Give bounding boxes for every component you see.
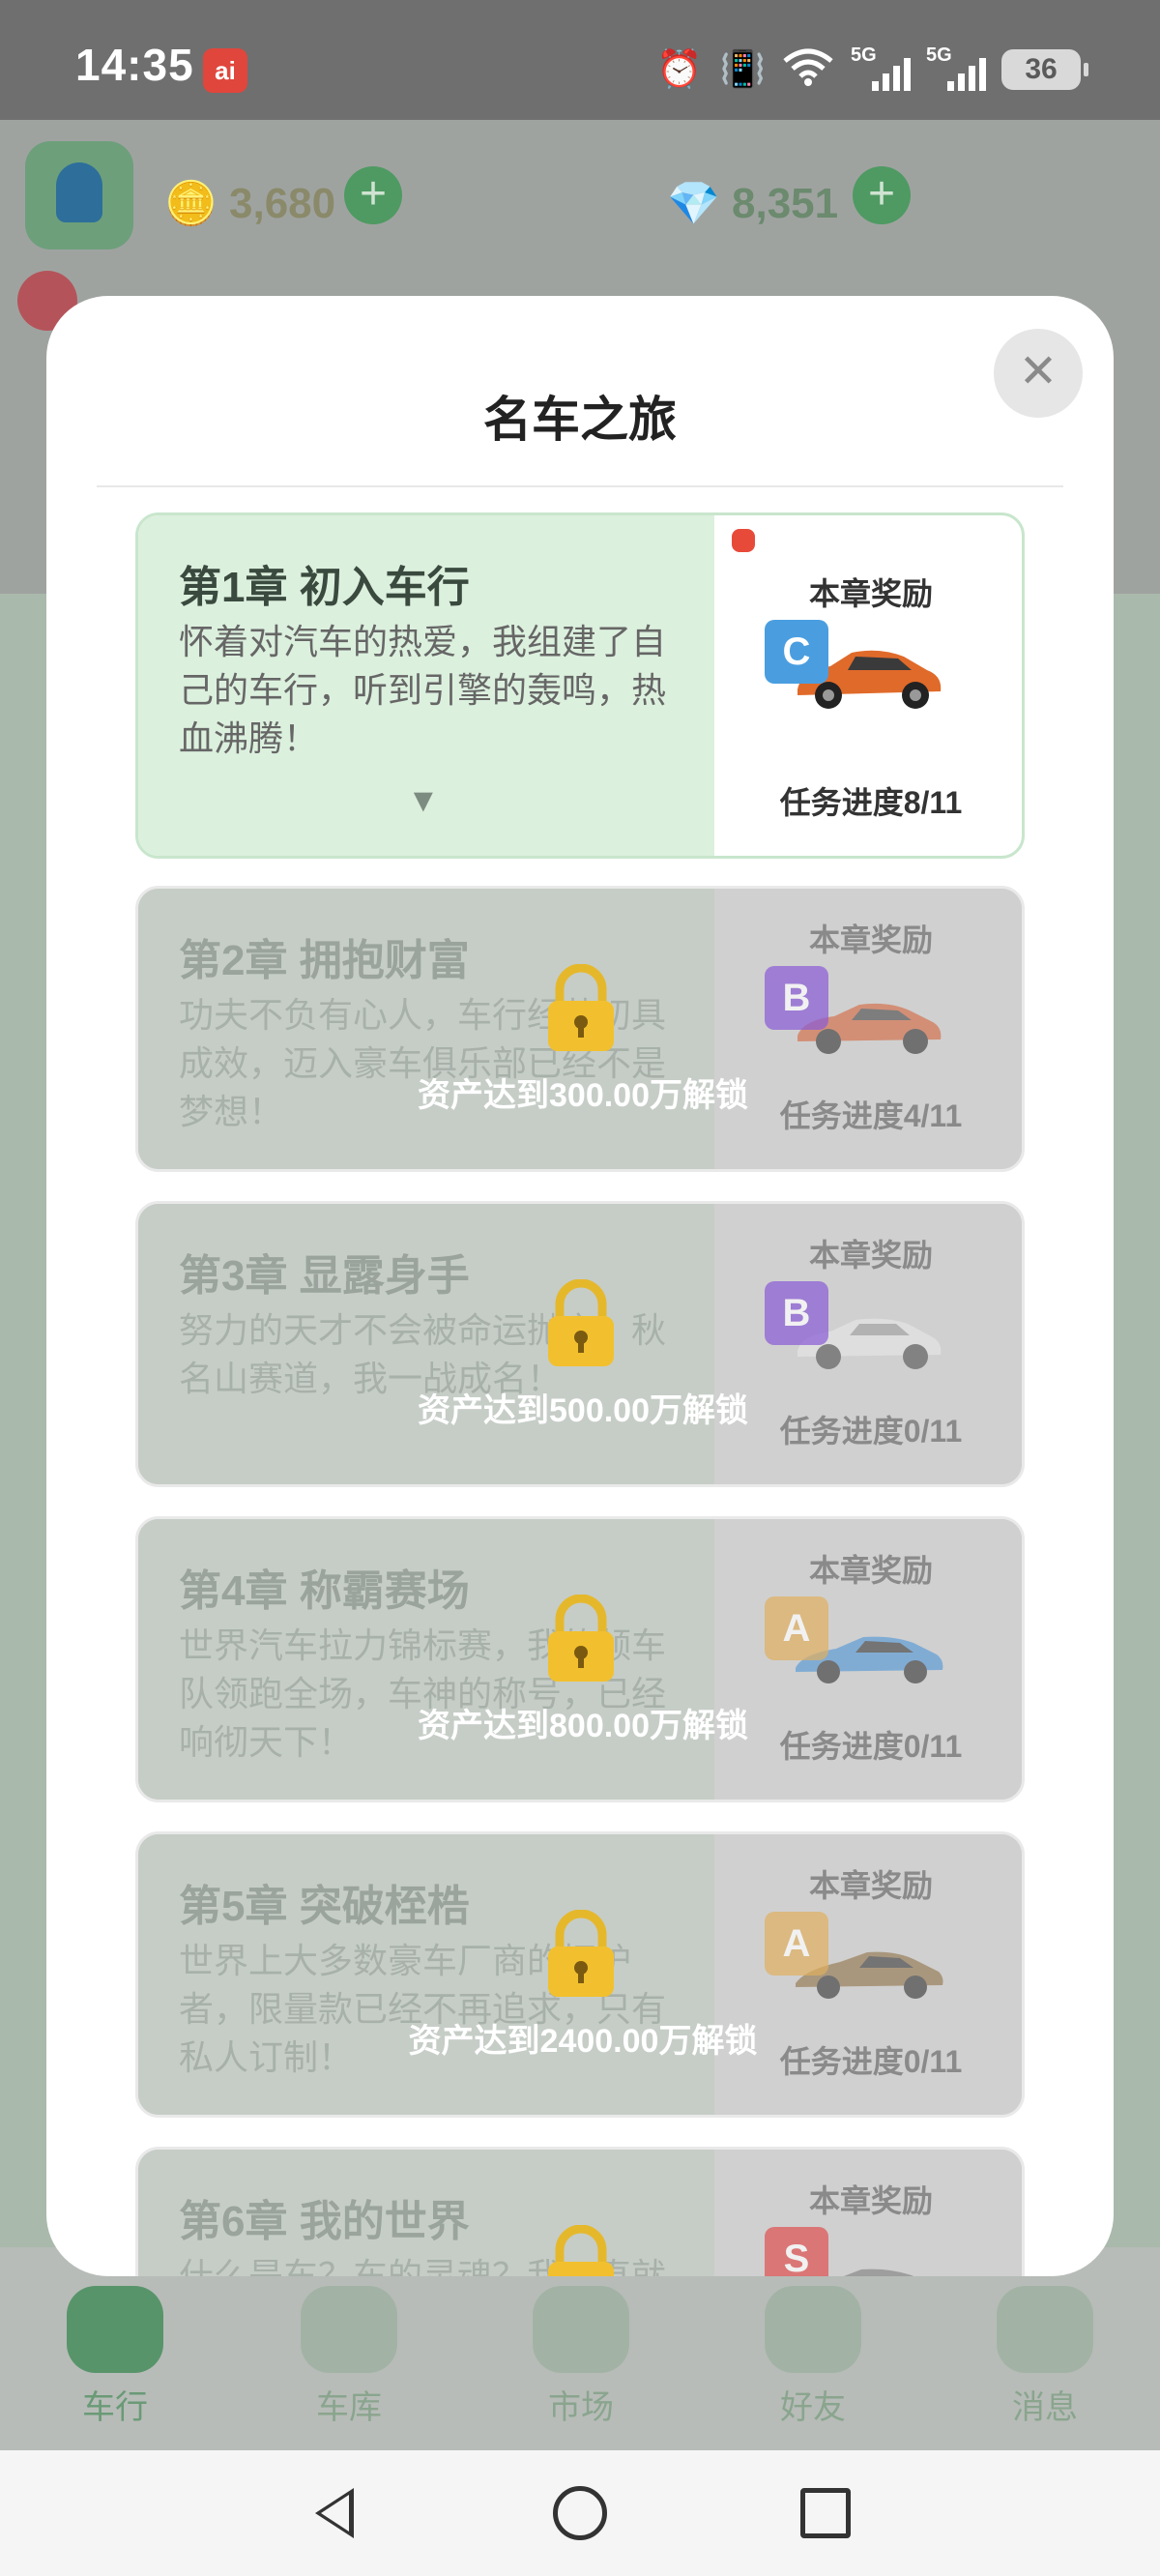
- alarm-icon: ⏰: [656, 49, 703, 90]
- chapter-info: 第4章 称霸赛场 世界汽车拉力锦标赛，我的领车队领跑全场，车神的称号，已经响彻天…: [138, 1519, 714, 1800]
- chapter-title: 第6章 我的世界: [179, 2198, 470, 2245]
- task-progress: 任务进度8/11: [779, 785, 963, 820]
- grade-badge: B: [765, 1281, 828, 1345]
- reward-label: 本章奖励: [808, 576, 933, 611]
- close-icon: ✕: [1018, 346, 1058, 397]
- lock-icon: [548, 1279, 614, 1366]
- chapter-info: 第6章 我的世界 什么是车？车的灵魂？我一直就: [138, 2150, 714, 2276]
- chapter-reward[interactable]: 本章奖励 C 任务进度8/11: [714, 515, 1022, 856]
- status-time: 14:35: [75, 40, 194, 90]
- chapter-title: 第3章 显露身手: [179, 1252, 470, 1300]
- add-gems-icon: +: [853, 166, 911, 224]
- system-navigation-bar: [0, 2450, 1160, 2576]
- battery-indicator: 36: [1001, 49, 1088, 90]
- reward-label: 本章奖励: [808, 1238, 933, 1273]
- close-button[interactable]: ✕: [994, 329, 1083, 418]
- home-button[interactable]: [512, 2450, 648, 2576]
- grade-badge: S: [765, 2227, 828, 2276]
- chapter-title: 第1章 初入车行: [179, 564, 470, 611]
- chapter-card-4[interactable]: 第4章 称霸赛场 世界汽车拉力锦标赛，我的领车队领跑全场，车神的称号，已经响彻天…: [135, 1516, 1025, 1802]
- chapter-card-1[interactable]: 第1章 初入车行 怀着对汽车的热爱，我组建了自己的车行，听到引擎的轰鸣，热血沸腾…: [135, 512, 1025, 859]
- chapter-reward[interactable]: 本章奖励 A 任务进度0/11: [714, 1519, 1022, 1800]
- unlock-condition: 资产达到800.00万解锁: [418, 1708, 748, 1744]
- chapter-info: 第3章 显露身手 努力的天才不会被命运抛弃，秋名山赛道，我一战成名！: [138, 1204, 714, 1484]
- lock-icon: [548, 964, 614, 1051]
- app-notification-icon: ai: [203, 48, 247, 93]
- unlock-condition: 资产达到2400.00万解锁: [408, 2023, 758, 2060]
- dialog-title: 名车之旅: [483, 393, 677, 447]
- nav-item-garage: 车库: [286, 2286, 412, 2428]
- chapter-title: 第4章 称霸赛场: [179, 1567, 470, 1615]
- chapter-description: 怀着对汽车的热爱，我组建了自己的车行，听到引擎的轰鸣，热血沸腾！: [179, 622, 667, 758]
- status-icons: ⏰ 📳 5G 5G 36: [656, 41, 1088, 99]
- chapter-reward[interactable]: 本章奖励 B 任务进度0/11: [714, 1204, 1022, 1484]
- back-icon: [315, 2488, 354, 2538]
- recents-button[interactable]: [758, 2450, 893, 2576]
- nav-item-market: 市场: [518, 2286, 644, 2428]
- gem-balance: 💎 8,351: [667, 180, 839, 227]
- signal-icon-1: 5G: [851, 44, 911, 91]
- recents-icon: [800, 2488, 851, 2538]
- back-button[interactable]: [267, 2450, 402, 2576]
- lock-icon: [548, 2225, 614, 2276]
- chapter-info: 第1章 初入车行 怀着对汽车的热爱，我组建了自己的车行，听到引擎的轰鸣，热血沸腾…: [138, 515, 714, 856]
- reward-label: 本章奖励: [808, 2183, 933, 2218]
- chapter-title: 第5章 突破桎梏: [179, 1883, 470, 1930]
- chapter-reward[interactable]: 本章奖励 S: [714, 2150, 1022, 2276]
- home-icon: [553, 2486, 607, 2540]
- reward-label: 本章奖励: [808, 922, 933, 957]
- reward-label: 本章奖励: [808, 1553, 933, 1588]
- chapter-title: 第2章 拥抱财富: [179, 937, 470, 984]
- background-bottom-nav: 车行 车库 市场 好友 消息: [0, 2247, 1160, 2450]
- grade-badge: A: [765, 1596, 828, 1660]
- chapter-info: 第2章 拥抱财富 功夫不负有心人，车行经营初具成效，迈入豪车俱乐部已经不是梦想！: [138, 889, 714, 1169]
- chapter-info: 第5章 突破桎梏 世界上大多数豪车厂商的拥护者，限量款已经不再追求，只有私人订制…: [138, 1834, 714, 2115]
- wifi-icon: [783, 47, 833, 93]
- divider: [97, 485, 1063, 487]
- chapter-reward[interactable]: 本章奖励 B 任务进度4/11: [714, 889, 1022, 1169]
- lock-icon: [548, 1910, 614, 1997]
- unlock-condition: 资产达到300.00万解锁: [418, 1077, 748, 1114]
- chapter-card-5[interactable]: 第5章 突破桎梏 世界上大多数豪车厂商的拥护者，限量款已经不再追求，只有私人订制…: [135, 1831, 1025, 2118]
- chapter-reward[interactable]: 本章奖励 A 任务进度0/11: [714, 1834, 1022, 2115]
- unlock-condition: 资产达到500.00万解锁: [418, 1392, 748, 1429]
- chapter-card-6[interactable]: 第6章 我的世界 什么是车？车的灵魂？我一直就 本章奖励 S: [135, 2147, 1025, 2276]
- avatar: [25, 141, 133, 249]
- status-bar: 14:35 ai ⏰ 📳 5G 5G 36: [0, 0, 1160, 120]
- coin-balance: 🪙 3,680: [164, 180, 336, 227]
- expand-arrow-icon[interactable]: ▼: [407, 782, 440, 820]
- grade-badge: B: [765, 966, 828, 1030]
- signal-icon-2: 5G: [926, 44, 986, 91]
- reward-label: 本章奖励: [808, 1868, 933, 1903]
- chapter-journey-dialog: 名车之旅 ✕ 第1章 初入车行 怀着对汽车的热爱，我组建了自己的车行，听到引擎的…: [46, 296, 1114, 2276]
- chapter-card-2[interactable]: 第2章 拥抱财富 功夫不负有心人，车行经营初具成效，迈入豪车俱乐部已经不是梦想！…: [135, 886, 1025, 1172]
- nav-item-friends: 好友: [750, 2286, 876, 2428]
- add-coins-icon: +: [344, 166, 402, 224]
- chapter-card-3[interactable]: 第3章 显露身手 努力的天才不会被命运抛弃，秋名山赛道，我一战成名！ 本章奖励 …: [135, 1201, 1025, 1487]
- vibrate-icon: 📳: [719, 49, 766, 90]
- grade-badge: A: [765, 1912, 828, 1976]
- lock-icon: [548, 1595, 614, 1682]
- nav-item-dealer: 车行: [52, 2286, 178, 2428]
- grade-badge: C: [765, 620, 828, 684]
- nav-item-messages: 消息: [982, 2286, 1108, 2428]
